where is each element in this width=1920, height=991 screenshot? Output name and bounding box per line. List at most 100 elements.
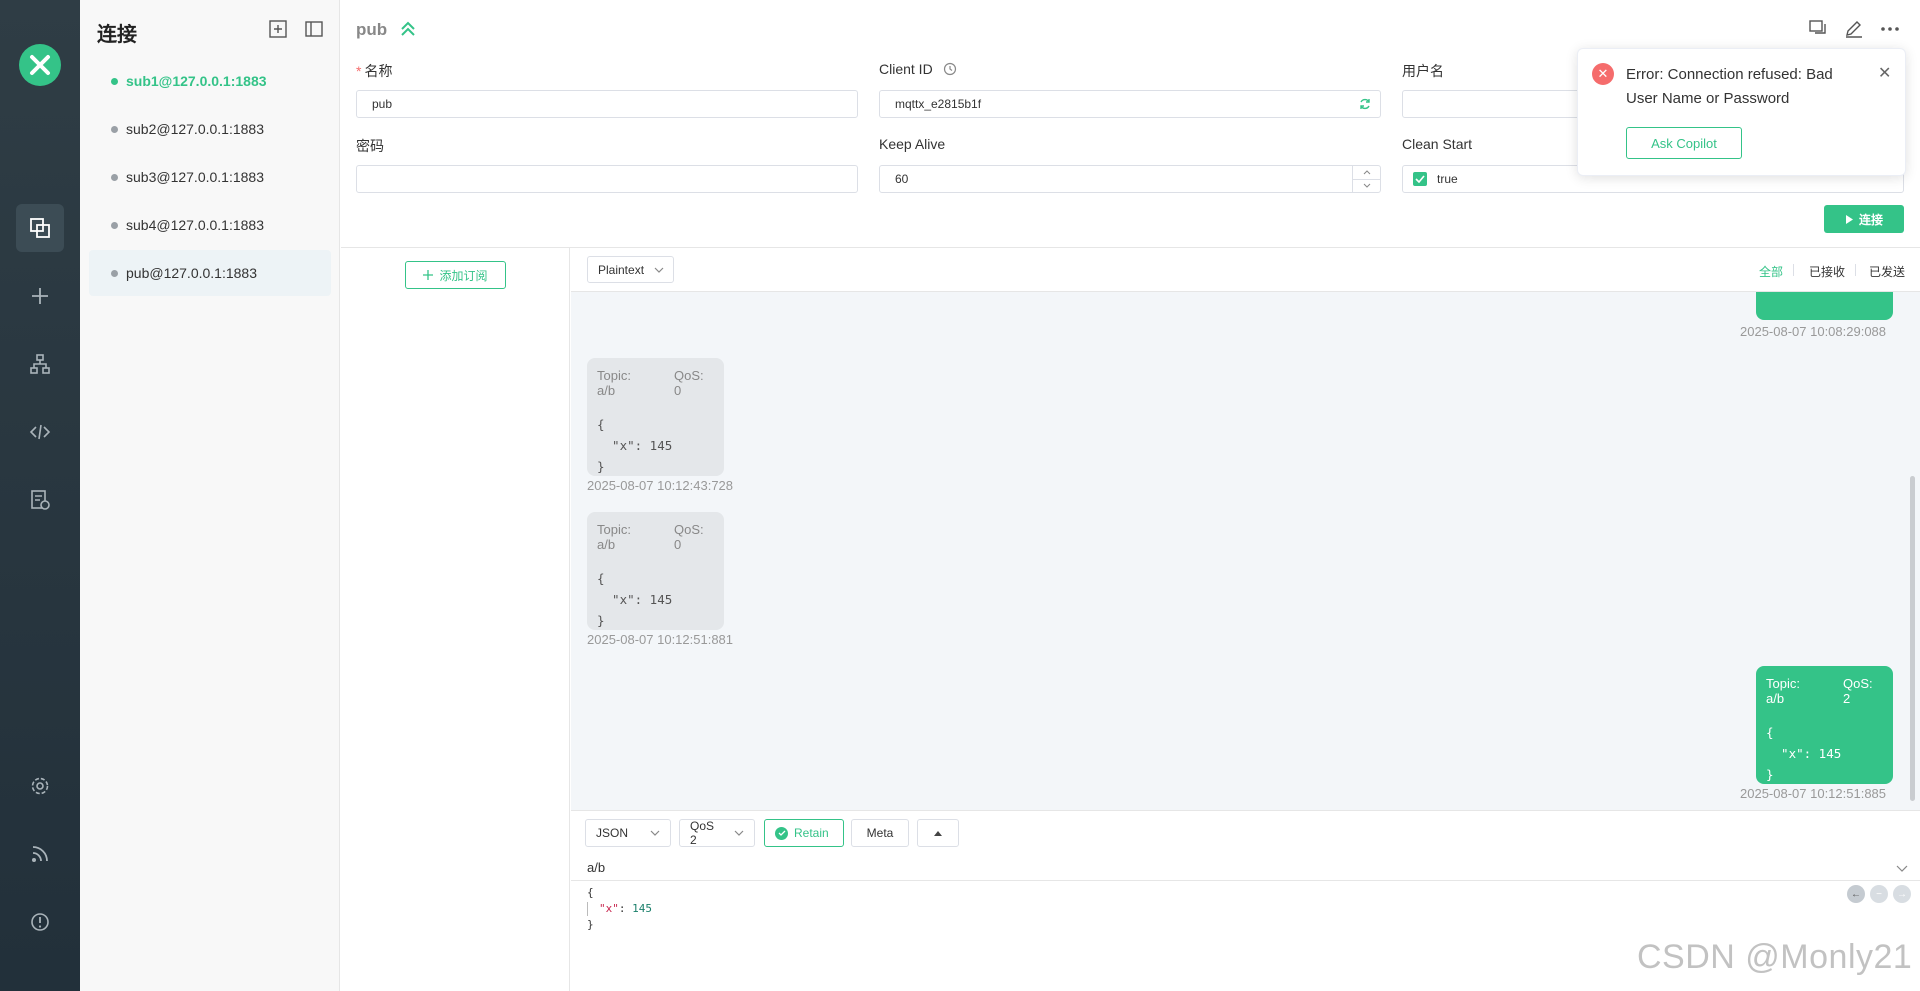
filter-received-tab[interactable]: 已接收: [1809, 263, 1845, 280]
connection-label: sub3@127.0.0.1:1883: [126, 169, 264, 185]
add-subscription-button[interactable]: 添加订阅: [405, 261, 506, 289]
more-icon[interactable]: [1879, 18, 1901, 40]
feed-icon[interactable]: [16, 830, 64, 878]
connection-item-sub3[interactable]: sub3@127.0.0.1:1883: [89, 154, 331, 200]
filter-divider: [1855, 264, 1856, 276]
connection-item-sub1[interactable]: sub1@127.0.0.1:1883: [89, 58, 331, 104]
ask-copilot-button[interactable]: Ask Copilot: [1626, 127, 1742, 159]
connections-title: 连接: [97, 24, 137, 46]
connection-label: sub4@127.0.0.1:1883: [126, 217, 264, 233]
clock-icon: [943, 62, 956, 76]
triangle-up-icon: [934, 831, 942, 836]
plus-icon: [423, 270, 434, 280]
script-icon[interactable]: [16, 408, 64, 456]
payload-format-select[interactable]: Plaintext: [587, 256, 674, 283]
filter-sent-tab[interactable]: 已发送: [1869, 263, 1905, 280]
chevron-down-icon: [734, 830, 744, 836]
topology-icon[interactable]: [16, 340, 64, 388]
payload-editor[interactable]: { "x": 145 }: [587, 885, 652, 933]
publish-format-select[interactable]: JSON: [585, 819, 671, 847]
connections-panel: 连接 sub1@127.0.0.1:1883 sub2@127.0.0.1:18…: [80, 0, 340, 991]
chevron-down-icon: [654, 267, 664, 273]
chat-icon[interactable]: [1807, 18, 1829, 40]
connection-label: sub1@127.0.0.1:1883: [126, 73, 267, 89]
status-dot: [111, 269, 118, 277]
connections-icon[interactable]: [16, 204, 64, 252]
messages-area: Plaintext 全部 已接收 已发送 2025-08-07 10:08:29…: [571, 248, 1920, 810]
message-topic: Topic: a/b: [597, 368, 631, 398]
chevron-down-icon: [650, 830, 660, 836]
edit-icon[interactable]: [1843, 18, 1865, 40]
keepalive-stepper[interactable]: [1352, 166, 1380, 192]
retain-toggle[interactable]: Retain: [764, 819, 844, 847]
connection-label: pub@127.0.0.1:1883: [126, 265, 257, 281]
username-label: 用户名: [1402, 63, 1444, 79]
chevron-down-icon: [1896, 865, 1908, 872]
message-timestamp: 2025-08-07 10:08:29:088: [1740, 324, 1887, 339]
watermark: CSDN @Monly21: [1637, 938, 1913, 976]
expand-button[interactable]: [917, 819, 959, 847]
message-payload: { "x": 145 }: [597, 417, 673, 474]
messages-scrollbar[interactable]: [1910, 476, 1915, 801]
subscriptions-panel: 添加订阅: [341, 248, 570, 991]
message-qos: QoS: 0: [674, 368, 704, 398]
error-notification: ✕ Error: Connection refused: Bad User Na…: [1577, 48, 1906, 176]
message-timestamp: 2025-08-07 10:12:43:728: [587, 478, 734, 493]
message-topic: Topic: a/b: [1766, 676, 1800, 706]
status-dot: [111, 77, 118, 85]
connection-title: pub: [356, 20, 388, 39]
collapse-icon[interactable]: [399, 20, 417, 41]
name-input[interactable]: pub: [356, 90, 858, 118]
message-qos: QoS: 2: [1843, 676, 1873, 706]
message-bubble-sent: Topic: a/b QoS: 2 { "x": 145 }: [1756, 666, 1893, 784]
new-connection-icon[interactable]: [16, 272, 64, 320]
play-icon: [1845, 214, 1853, 224]
checkbox-checked-icon[interactable]: [1413, 172, 1427, 186]
toggle-sidebar-icon[interactable]: [304, 19, 324, 39]
filter-divider: [1793, 264, 1794, 276]
refresh-icon: [1360, 98, 1370, 110]
message-payload: { "x": 145 }: [597, 571, 673, 628]
connection-label: sub2@127.0.0.1:1883: [126, 121, 264, 137]
message-bubble-sent-partial: [1756, 292, 1893, 320]
increment-icon[interactable]: [1353, 166, 1380, 180]
error-message: Error: Connection refused: Bad User Name…: [1626, 66, 1833, 107]
connect-button[interactable]: 连接: [1824, 205, 1904, 233]
history-reset-icon[interactable]: −: [1870, 885, 1888, 903]
settings-icon[interactable]: [16, 762, 64, 810]
status-dot: [111, 173, 118, 181]
password-label: 密码: [356, 138, 384, 154]
messages-toolbar: Plaintext 全部 已接收 已发送: [571, 248, 1920, 292]
about-icon[interactable]: [16, 898, 64, 946]
meta-button[interactable]: Meta: [851, 819, 909, 847]
message-timestamp: 2025-08-07 10:12:51:885: [1740, 786, 1887, 801]
log-icon[interactable]: [16, 476, 64, 524]
qos-select[interactable]: QoS 2: [679, 819, 755, 847]
new-group-icon[interactable]: [268, 19, 288, 39]
close-icon[interactable]: ✕: [1878, 63, 1891, 83]
left-rail: [0, 0, 80, 991]
error-icon: ✕: [1592, 63, 1614, 85]
connection-item-sub4[interactable]: sub4@127.0.0.1:1883: [89, 202, 331, 248]
status-dot: [111, 125, 118, 133]
message-topic: Topic: a/b: [597, 522, 631, 552]
keepalive-label: Keep Alive: [879, 136, 946, 152]
filter-all-tab[interactable]: 全部: [1759, 263, 1783, 280]
client-id-input[interactable]: mqttx_e2815b1f: [879, 90, 1381, 118]
topic-input[interactable]: a/b: [571, 855, 1920, 881]
decrement-icon[interactable]: [1353, 180, 1380, 193]
name-label: * 名称: [356, 63, 393, 79]
history-forward-icon[interactable]: →: [1893, 885, 1911, 903]
message-timestamp: 2025-08-07 10:12:51:881: [587, 632, 734, 647]
message-bubble-received: Topic: a/b QoS: 0 { "x": 145 }: [587, 512, 724, 630]
message-qos: QoS: 0: [674, 522, 704, 552]
connection-item-pub[interactable]: pub@127.0.0.1:1883: [89, 250, 331, 296]
keepalive-input[interactable]: 60: [879, 165, 1381, 193]
connection-item-sub2[interactable]: sub2@127.0.0.1:1883: [89, 106, 331, 152]
history-back-icon[interactable]: ←: [1847, 885, 1865, 903]
status-dot: [111, 221, 118, 229]
client-id-label: Client ID: [879, 61, 957, 77]
message-bubble-received: Topic: a/b QoS: 0 { "x": 145 }: [587, 358, 724, 476]
password-input[interactable]: [356, 165, 858, 193]
mqttx-logo-icon[interactable]: [19, 44, 61, 86]
